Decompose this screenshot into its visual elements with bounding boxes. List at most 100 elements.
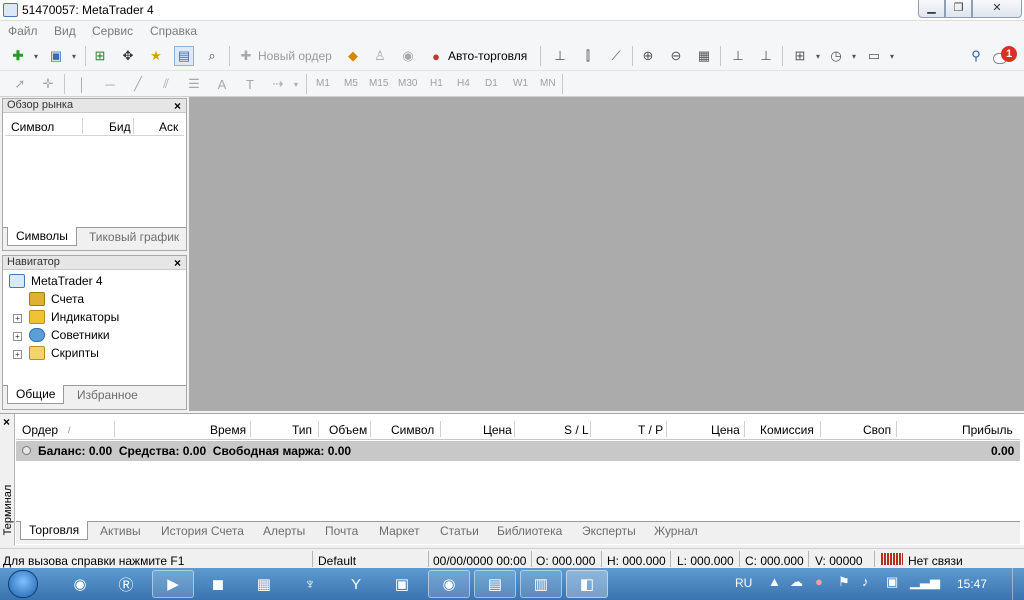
market-watch-icon[interactable]: ⊞ bbox=[90, 46, 110, 66]
new-order-icon[interactable]: ✚ bbox=[236, 46, 256, 66]
tab-favorites[interactable]: Избранное bbox=[77, 388, 138, 402]
clock[interactable]: 15:47 bbox=[957, 577, 987, 591]
line-chart-icon[interactable]: ⟋ bbox=[606, 46, 626, 66]
chrome-open-taskbar-icon[interactable]: ◉ bbox=[428, 570, 470, 598]
start-button[interactable] bbox=[8, 570, 38, 598]
timeframe-d1[interactable]: D1 bbox=[485, 78, 498, 89]
notification-badge[interactable]: 1 bbox=[1001, 46, 1017, 62]
indicators-icon[interactable]: ⊞ bbox=[790, 46, 810, 66]
minimize-button[interactable]: ▁ bbox=[918, 0, 945, 18]
text-icon[interactable]: A bbox=[212, 74, 232, 94]
column-profit[interactable]: Прибыль bbox=[962, 423, 1013, 437]
metaeditor-icon[interactable]: ◆ bbox=[343, 46, 363, 66]
navigator-root[interactable]: MetaTrader 4 bbox=[9, 274, 103, 288]
dropdown-arrow-icon[interactable]: ▾ bbox=[26, 46, 46, 66]
bar-chart-icon[interactable]: ⊥ bbox=[550, 46, 570, 66]
media-player-taskbar-icon[interactable]: ▶ bbox=[152, 570, 194, 598]
tab-library[interactable]: Библиотека bbox=[497, 524, 562, 538]
periods-dropdown-icon[interactable]: ▾ bbox=[844, 46, 864, 66]
tab-account-history[interactable]: История Счета bbox=[161, 524, 244, 538]
tab-tick-chart[interactable]: Тиковый график bbox=[89, 230, 179, 244]
templates-icon[interactable]: ▭ bbox=[864, 46, 884, 66]
tab-market[interactable]: Маркет bbox=[379, 524, 420, 538]
new-chart-icon[interactable]: ✚ bbox=[8, 46, 28, 66]
data-window-icon[interactable]: ✥ bbox=[118, 46, 138, 66]
crosshair-icon[interactable]: ✛ bbox=[38, 74, 58, 94]
menu-service[interactable]: Сервис bbox=[92, 24, 133, 38]
column-swap[interactable]: Своп bbox=[863, 423, 891, 437]
office-taskbar-icon[interactable]: ◼ bbox=[200, 570, 236, 598]
fibonacci-icon[interactable]: ☰ bbox=[184, 74, 204, 94]
tray-antivirus-icon[interactable]: ● bbox=[815, 574, 823, 589]
menu-help[interactable]: Справка bbox=[150, 24, 197, 38]
tray-flag-icon[interactable]: ⚑ bbox=[838, 574, 850, 590]
profiles-dropdown-icon[interactable]: ▾ bbox=[64, 46, 84, 66]
column-order[interactable]: Ордер bbox=[22, 423, 58, 437]
language-indicator[interactable]: RU bbox=[735, 576, 752, 590]
templates-dropdown-icon[interactable]: ▾ bbox=[882, 46, 902, 66]
column-bid[interactable]: Бид bbox=[109, 120, 131, 134]
column-symbol[interactable]: Символ bbox=[391, 423, 434, 437]
tray-cloud-icon[interactable]: ☁ bbox=[790, 574, 803, 590]
signals-icon[interactable]: ♙ bbox=[370, 46, 390, 66]
auto-trading-icon[interactable]: ● bbox=[426, 46, 446, 66]
timeframe-m1[interactable]: M1 bbox=[316, 78, 330, 89]
calculator-taskbar-icon[interactable]: ▦ bbox=[246, 570, 282, 598]
terminal-icon[interactable]: ▤ bbox=[174, 46, 194, 66]
expand-scripts-icon[interactable]: + bbox=[13, 350, 22, 359]
video-taskbar-icon[interactable]: ▣ bbox=[384, 570, 420, 598]
column-time[interactable]: Время bbox=[210, 423, 246, 437]
navigator-close-icon[interactable]: × bbox=[174, 256, 181, 270]
expand-indicators-icon[interactable]: + bbox=[13, 314, 22, 323]
periods-icon[interactable]: ◷ bbox=[826, 46, 846, 66]
tab-trade[interactable]: Торговля bbox=[20, 521, 89, 540]
column-volume[interactable]: Объем bbox=[329, 423, 367, 437]
arrows-icon[interactable]: ⇢ bbox=[268, 74, 288, 94]
yandex-taskbar-icon[interactable]: Y bbox=[338, 570, 374, 598]
cursor-icon[interactable]: ➚ bbox=[10, 74, 30, 94]
terminal-close-icon[interactable]: × bbox=[3, 415, 10, 429]
timeframe-h1[interactable]: H1 bbox=[430, 78, 443, 89]
network-icon[interactable]: ▁▃▅ bbox=[910, 574, 940, 590]
column-sl[interactable]: S / L bbox=[564, 423, 589, 437]
vertical-line-icon[interactable]: │ bbox=[72, 74, 92, 94]
show-desktop-button[interactable] bbox=[1012, 568, 1024, 600]
notepad-taskbar-icon[interactable]: ▥ bbox=[520, 570, 562, 598]
timeframe-m15[interactable]: M15 bbox=[369, 78, 388, 89]
column-tp[interactable]: T / P bbox=[638, 423, 663, 437]
volume-icon[interactable]: ♪ bbox=[862, 574, 869, 589]
navigator-icon[interactable]: ★ bbox=[146, 46, 166, 66]
tray-device-icon[interactable]: ▣ bbox=[886, 574, 898, 590]
auto-scroll-icon[interactable]: ⊥ bbox=[756, 46, 776, 66]
arrows-dropdown-icon[interactable]: ▾ bbox=[286, 74, 306, 94]
menu-file[interactable]: Файл bbox=[8, 24, 38, 38]
market-watch-close-icon[interactable]: × bbox=[174, 99, 181, 113]
chart-shift-icon[interactable]: ⊥ bbox=[728, 46, 748, 66]
balance-row[interactable]: Баланс: 0.00 Средства: 0.00 Свободная ма… bbox=[16, 441, 1020, 461]
new-order-button[interactable]: Новый ордер bbox=[258, 49, 332, 63]
navigator-item-indicators[interactable]: Индикаторы bbox=[29, 310, 119, 324]
usb-taskbar-icon[interactable]: ♆ bbox=[292, 570, 328, 598]
tab-alerts[interactable]: Алерты bbox=[263, 524, 305, 538]
search-icon[interactable]: ⚲ bbox=[966, 46, 986, 66]
column-symbol[interactable]: Символ bbox=[11, 120, 54, 134]
column-current-price[interactable]: Цена bbox=[711, 423, 740, 437]
auto-trading-button[interactable]: Авто-торговля bbox=[448, 49, 527, 63]
chart-workspace[interactable] bbox=[189, 97, 1024, 411]
timeframe-m5[interactable]: M5 bbox=[344, 78, 358, 89]
expand-experts-icon[interactable]: + bbox=[13, 332, 22, 341]
navigator-item-scripts[interactable]: Скрипты bbox=[29, 346, 99, 360]
equidistant-channel-icon[interactable]: ⫽ bbox=[156, 74, 176, 94]
tab-articles[interactable]: Статьи bbox=[440, 524, 479, 538]
explorer-taskbar-icon[interactable]: ▤ bbox=[474, 570, 516, 598]
tab-common[interactable]: Общие bbox=[7, 385, 65, 404]
text-label-icon[interactable]: T bbox=[240, 74, 260, 94]
column-commission[interactable]: Комиссия bbox=[760, 423, 814, 437]
chrome-taskbar-icon[interactable]: ◉ bbox=[62, 570, 98, 598]
tab-mailbox[interactable]: Почта bbox=[325, 524, 358, 538]
tab-journal[interactable]: Журнал bbox=[654, 524, 698, 538]
timeframe-m30[interactable]: M30 bbox=[398, 78, 417, 89]
timeframe-mn[interactable]: MN bbox=[540, 78, 556, 89]
column-ask[interactable]: Аск bbox=[159, 120, 178, 134]
trendline-icon[interactable]: ╱ bbox=[128, 74, 148, 94]
